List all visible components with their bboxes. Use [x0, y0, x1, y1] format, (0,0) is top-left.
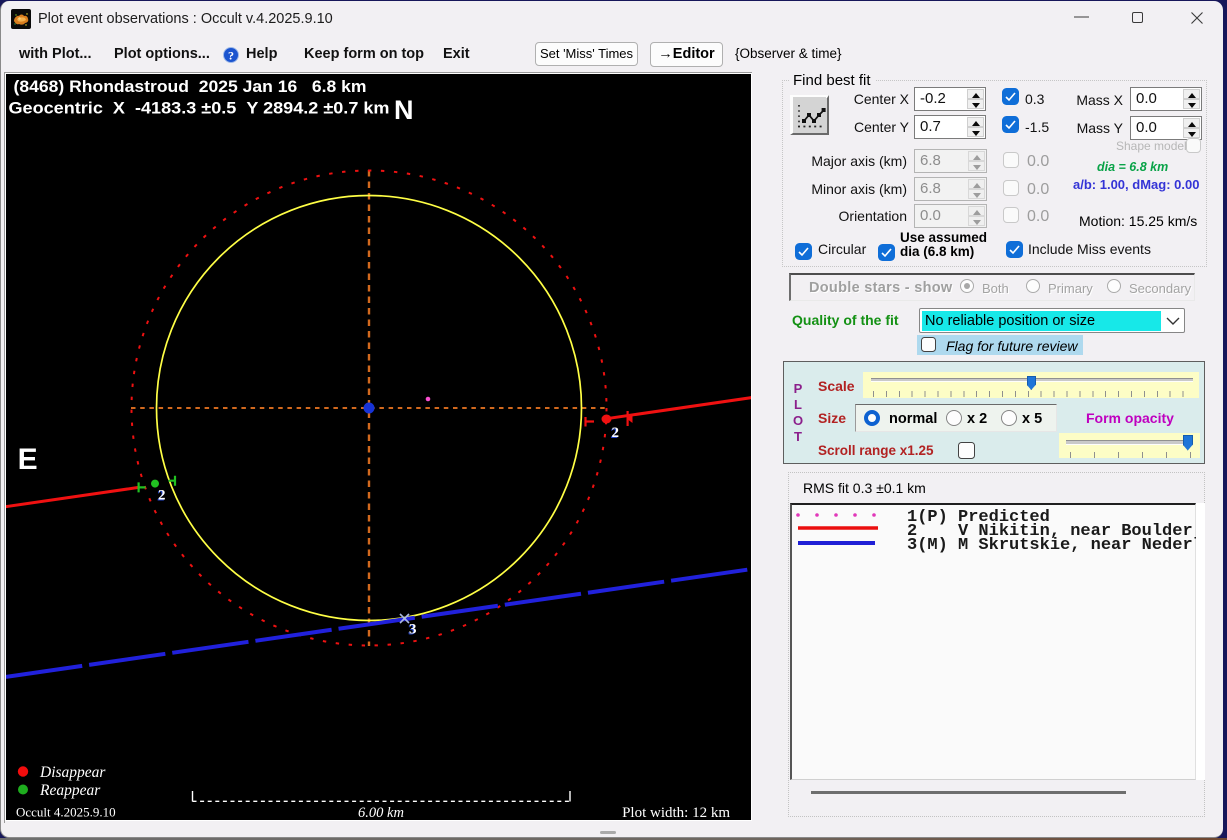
svg-text:Disappear: Disappear [39, 764, 106, 781]
svg-text:2: 2 [612, 425, 620, 441]
svg-text:Plot width: 12 km: Plot width: 12 km [622, 805, 730, 821]
svg-text:(8468) Rhondastroud 2025 Jan: (8468) Rhondastroud 2025 Jan 16 6.8 km [14, 77, 367, 96]
svg-text:3(M) M Skrutskie, near Nederla: 3(M) M Skrutskie, near Nederland [907, 536, 1196, 555]
svg-text:2: 2 [158, 488, 166, 504]
svg-text:3: 3 [409, 622, 417, 638]
svg-text:Occult 4.2025.9.10: Occult 4.2025.9.10 [16, 805, 116, 820]
svg-text:Geocentric X -4183.3 ±0.5 Y: Geocentric X -4183.3 ±0.5 Y 2894.2 ±0.7 … [9, 99, 390, 118]
svg-text:N: N [394, 95, 414, 125]
svg-text:?: ? [228, 49, 234, 63]
svg-text:6.00 km: 6.00 km [358, 805, 404, 821]
svg-text:Reappear: Reappear [39, 782, 101, 799]
svg-text:E: E [18, 443, 38, 476]
